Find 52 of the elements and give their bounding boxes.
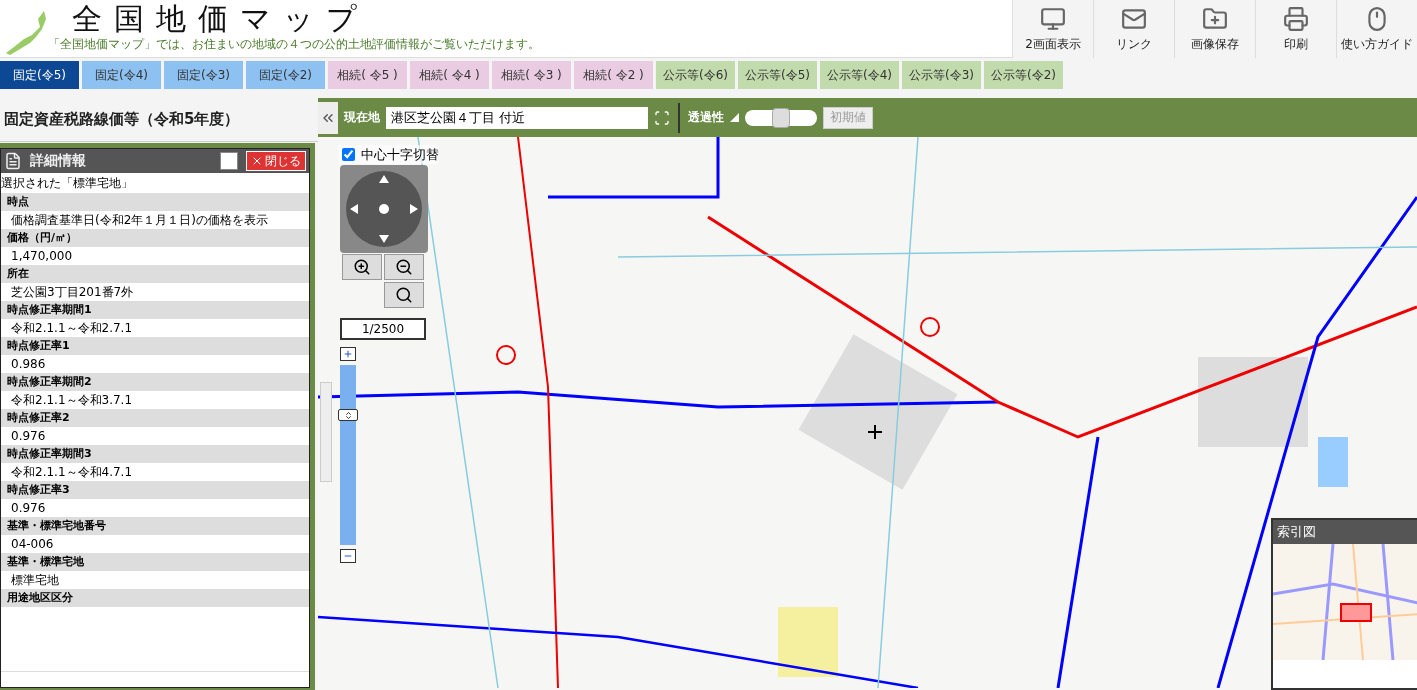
app-subtitle: 「全国地価マップ」では、お住まいの地域の４つの公的土地評価情報がご覧いただけます。 (48, 36, 540, 53)
field-value: 標準宅地 (10, 572, 60, 589)
toolbar-button[interactable]: 印刷 (1255, 0, 1336, 58)
layer-tab[interactable]: 相続( 令4 ) (410, 61, 489, 89)
location-label: 現在地 (344, 109, 380, 126)
field-label: 基準・標準宅地 (1, 553, 309, 571)
field-label: 時点修正率1 (1, 337, 309, 355)
layer-tab[interactable]: 固定(令4) (82, 61, 161, 89)
field-value: 04-006 (10, 536, 55, 553)
field-value: 令和2.1.1～令和4.7.1 (10, 464, 134, 481)
field-label: 時点修正率期間1 (1, 301, 309, 319)
field-label: 時点修正率3 (1, 481, 309, 499)
field-label: 価格（円/㎡） (1, 229, 309, 247)
layer-tab[interactable]: 公示等(令6) (656, 61, 735, 89)
toolbar-button[interactable]: 2画面表示 (1012, 0, 1093, 58)
detail-title: 詳細情報 (30, 152, 87, 170)
detail-intro: 選択された「標準宅地」 (1, 175, 134, 192)
crosshair-label: 中心十字切替 (361, 145, 439, 164)
field-label: 用途地区区分 (1, 589, 309, 607)
close-button[interactable]: 閉じる (246, 151, 306, 171)
layer-tab[interactable]: 公示等(令5) (738, 61, 817, 89)
layer-tab[interactable]: 相続( 令5 ) (328, 61, 407, 89)
field-label: 時点修正率期間2 (1, 373, 309, 391)
field-label: 時点修正率2 (1, 409, 309, 427)
layer-tab[interactable]: 固定(令2) (246, 61, 325, 89)
layer-tab[interactable]: 公示等(令3) (902, 61, 981, 89)
field-label: 時点修正率期間3 (1, 445, 309, 463)
field-value: 令和2.1.1～令和3.7.1 (10, 392, 134, 409)
field-label: 時点 (1, 193, 309, 211)
layer-tab[interactable]: 相続( 令3 ) (492, 61, 571, 89)
layer-tab[interactable]: 相続( 令2 ) (574, 61, 653, 89)
layer-tab[interactable]: 公示等(令4) (820, 61, 899, 89)
opacity-label: 透過性 (688, 109, 724, 126)
field-value: 0.976 (10, 428, 47, 445)
layer-tab[interactable]: 固定(令3) (164, 61, 243, 89)
field-value: 芝公園3丁目201番7外 (10, 284, 135, 301)
field-value: 価格調査基準日(令和2年１月１日)の価格を表示 (10, 212, 269, 229)
toolbar-button[interactable]: 使い方ガイド (1336, 0, 1417, 58)
field-value: 1,470,000 (10, 248, 74, 265)
field-value: 0.976 (10, 500, 47, 517)
field-label: 所在 (1, 265, 309, 283)
field-value: 0.986 (10, 356, 47, 373)
index-map-title: 索引図 (1273, 520, 1417, 544)
layer-tab[interactable]: 公示等(令2) (984, 61, 1063, 89)
field-label: 基準・標準宅地番号 (1, 517, 309, 535)
location-field[interactable]: 港区芝公園４丁目 付近 (386, 106, 648, 129)
field-value: 令和2.1.1～令和2.7.1 (10, 320, 134, 337)
toolbar-button[interactable]: 画像保存 (1174, 0, 1255, 58)
layer-tab[interactable]: 固定(令5) (0, 61, 79, 89)
app-title: 全国地価マップ (71, 2, 370, 36)
map-scale: 1/2500 (340, 318, 426, 340)
toolbar-button[interactable]: リンク (1093, 0, 1174, 58)
